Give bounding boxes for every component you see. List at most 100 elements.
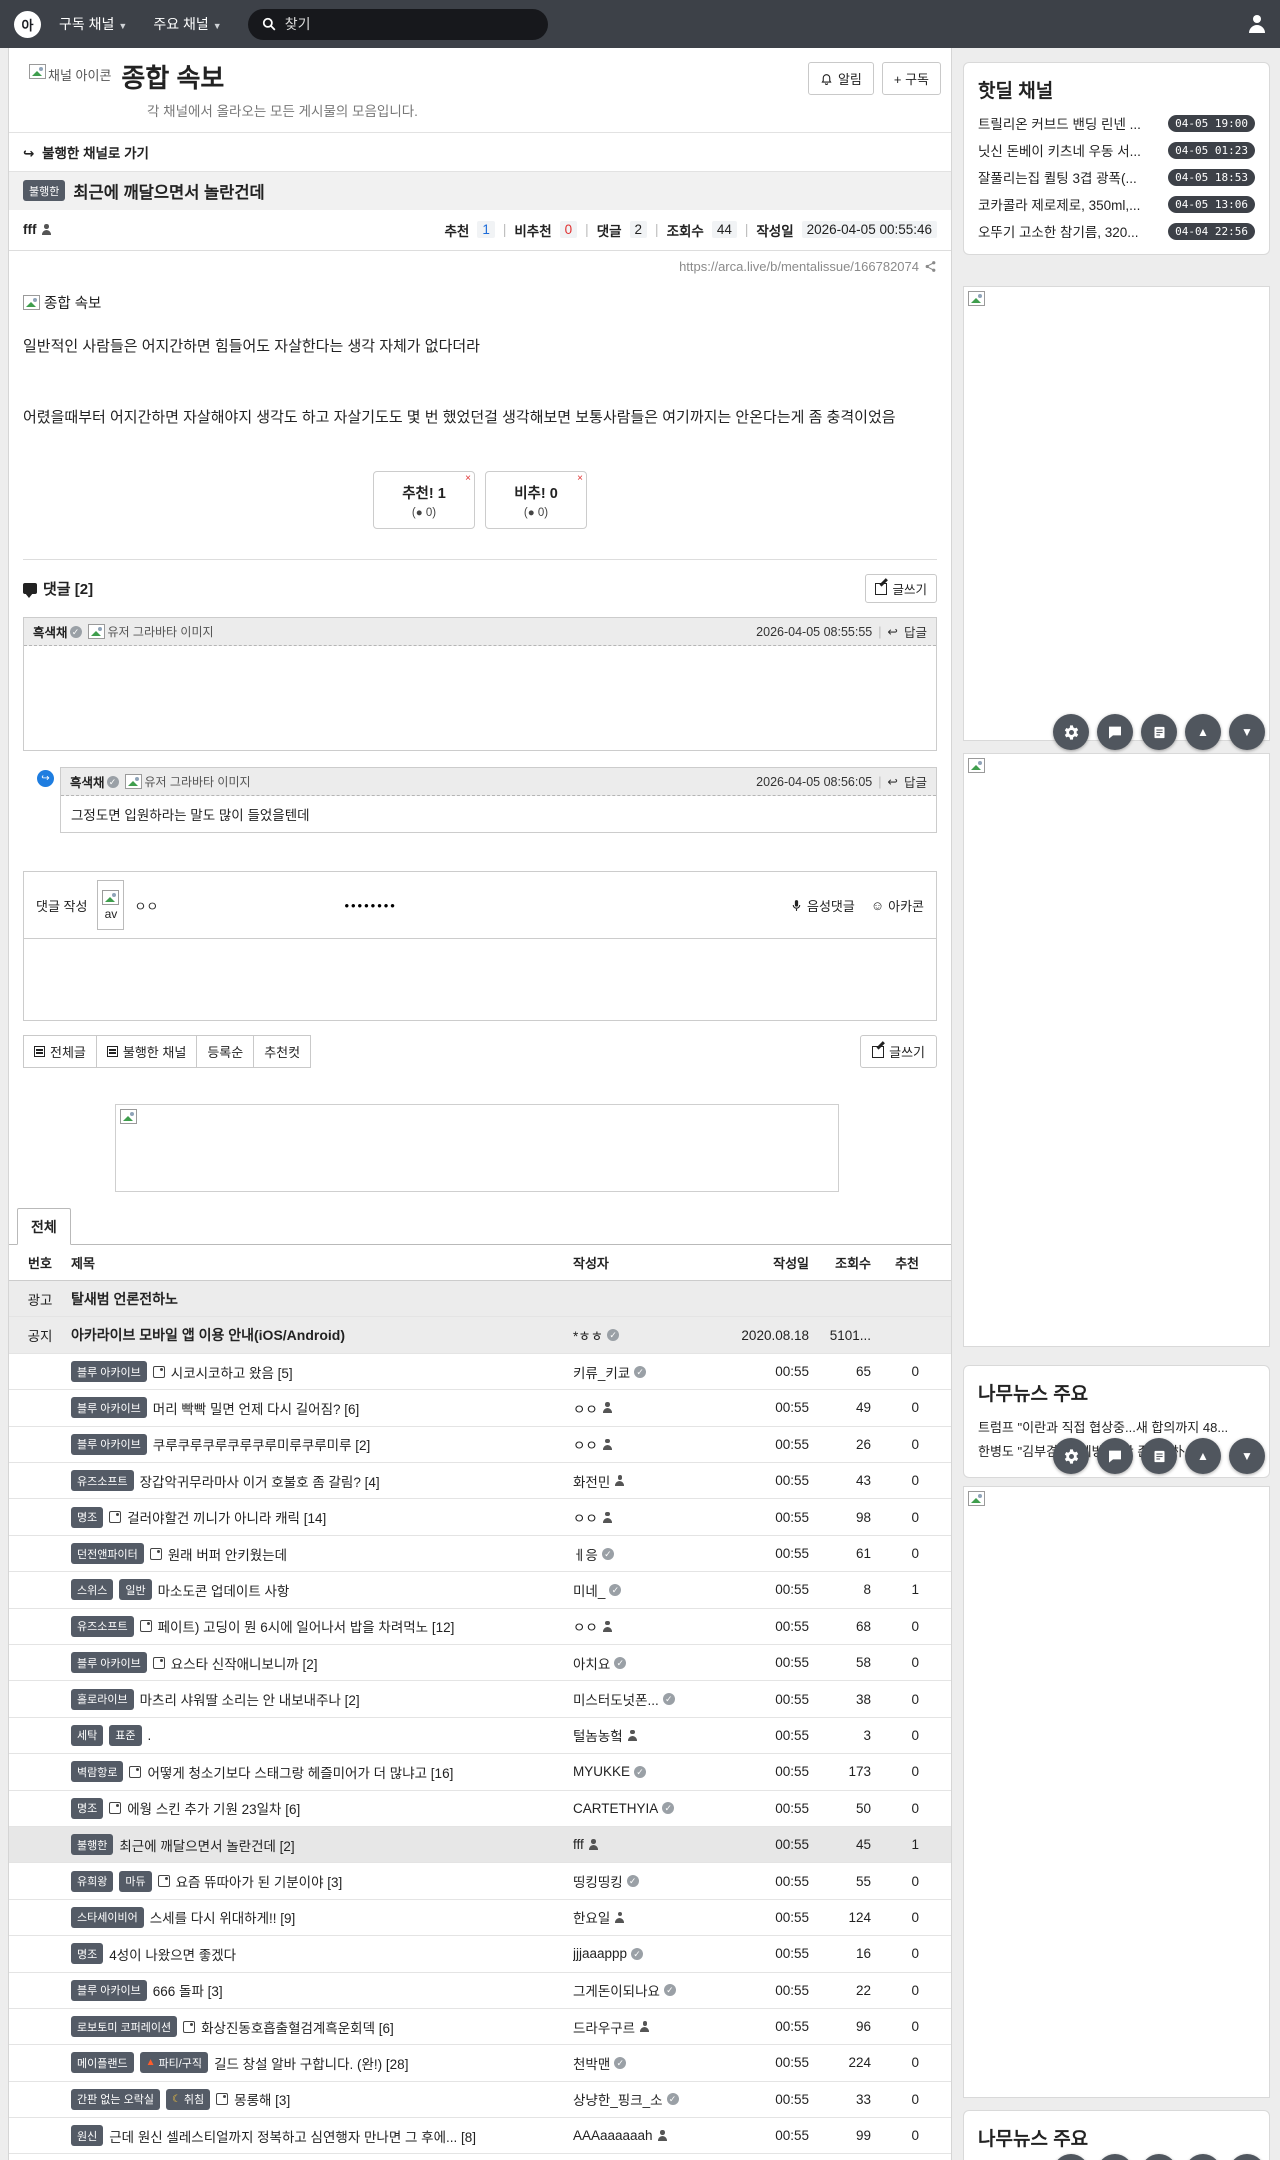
post-author[interactable]: 드라우구르: [573, 2017, 723, 2037]
table-row[interactable]: 스위스일반 마소도콘 업데이트 사항 미네_ 00:55 8 1: [9, 1572, 951, 1609]
table-row[interactable]: 유즈소프트 장갑악귀무라마사 이거 호불호 좀 갈림? [4] 화전민 00:55 43…: [9, 1463, 951, 1500]
chat-button[interactable]: [1097, 714, 1133, 750]
channel-badge[interactable]: 간판 없는 오락실: [71, 2088, 160, 2110]
close-icon[interactable]: ×: [465, 473, 471, 484]
channel-badge[interactable]: 스타세이비어: [71, 1906, 144, 1928]
memo-button[interactable]: [1141, 1438, 1177, 1474]
channel-badge[interactable]: 블루 아카이브: [71, 1652, 147, 1674]
scroll-up-button[interactable]: ▲: [1185, 1438, 1221, 1474]
menu-subscribed-channels[interactable]: 구독 채널 ▼: [59, 14, 127, 34]
ad-banner[interactable]: [963, 753, 1270, 1347]
channel-title[interactable]: 종합 속보: [121, 64, 224, 93]
post-author[interactable]: 천박맨: [573, 2053, 723, 2073]
post-author[interactable]: 상냥한_핑크_소: [573, 2089, 723, 2109]
table-row[interactable]: 스타세이비어 스세를 다시 위대하게!! [9] 한요일 00:55 124 0: [9, 1900, 951, 1937]
reply-button[interactable]: 답글: [904, 622, 927, 641]
channel-badge[interactable]: 유즈소프트: [71, 1615, 134, 1637]
channel-badge[interactable]: 유희왕: [71, 1870, 114, 1892]
table-row[interactable]: 불행한 최근에 깨달으면서 놀란건데 [2] fff 00:55 45 1: [9, 1826, 951, 1864]
post-author[interactable]: 그게돈이되나요: [573, 1980, 723, 2000]
channel-badge[interactable]: 블루 아카이브: [71, 1361, 147, 1383]
table-row[interactable]: 던전앤파이터 원래 버퍼 안키웠는데 ㅔ응 00:55 61 0: [9, 1536, 951, 1573]
table-row[interactable]: 메이플랜드▲파티/구직길드 창설 알바 구합니다. (완!) [28]천박맨00…: [9, 2045, 951, 2082]
table-row[interactable]: 명조 4성이 나왔으면 좋겠다 jjjaaappp 00:55 16 0: [9, 1936, 951, 1973]
channel-badge[interactable]: 던전앤파이터: [71, 1543, 144, 1565]
channel-badge[interactable]: 불행한: [23, 180, 66, 202]
scroll-up-button[interactable]: ▲: [1185, 2154, 1221, 2160]
close-icon[interactable]: ×: [577, 473, 583, 484]
scroll-down-button[interactable]: ▼: [1229, 2154, 1265, 2160]
news-item[interactable]: 트럼프 "이란과 직접 협상중...새 합의까지 48...: [978, 1416, 1255, 1440]
hotdeal-item[interactable]: 잘풀리는집 퀼팅 3겹 광폭(... 04-05 18:53: [978, 167, 1255, 187]
nickname-input[interactable]: [134, 897, 195, 913]
hotdeal-item[interactable]: 오뚜기 고소한 참기름, 320... 04-04 22:56: [978, 221, 1255, 241]
table-row-ad[interactable]: 광고 탈새범 언론전하노: [9, 1281, 951, 1318]
table-row[interactable]: 명조 걸러야할건 끼니가 아니라 캐릭 [14] ㅇㅇ 00:55 98 0: [9, 1499, 951, 1536]
table-row[interactable]: 간판 없는 오락실☾취침 몽롱해 [3] 상냥한_핑크_소 00:55 33 0: [9, 2082, 951, 2119]
post-author[interactable]: fff: [23, 222, 52, 237]
channel-badge[interactable]: 블루 아카이브: [71, 1397, 147, 1419]
post-author[interactable]: 털놈농헠: [573, 1725, 723, 1745]
reply-button[interactable]: 답글: [904, 772, 927, 791]
share-icon[interactable]: [924, 260, 937, 273]
channel-badge[interactable]: 표준: [109, 1724, 142, 1746]
arca-logo-icon[interactable]: 아: [14, 10, 41, 38]
menu-major-channels[interactable]: 주요 채널 ▼: [153, 14, 221, 34]
voice-comment-button[interactable]: 음성댓글: [790, 896, 855, 915]
scroll-up-button[interactable]: ▲: [1185, 714, 1221, 750]
arcacon-button[interactable]: ☺ 아카콘: [871, 896, 924, 915]
post-author[interactable]: 미스터도넛폰...: [573, 1689, 723, 1709]
comment-textarea[interactable]: [24, 938, 936, 1020]
post-author[interactable]: fff: [573, 1837, 723, 1852]
post-author[interactable]: 아치요: [573, 1653, 723, 1673]
channel-badge[interactable]: ☾ 취침: [165, 2088, 211, 2110]
post-author[interactable]: 키류_키쿄: [573, 1362, 723, 1382]
table-row[interactable]: 원신 근데 원신 셀레스티얼까지 정복하고 심연행자 만나면 그 후에... [8…: [9, 2118, 951, 2155]
comment-author[interactable]: 흑색채: [33, 622, 82, 641]
table-row[interactable]: 블루 아카이브 쿠루쿠루쿠루쿠루쿠루미루쿠루미루 [2] ㅇㅇ 00:55 26 0: [9, 1427, 951, 1464]
user-profile-icon[interactable]: [1248, 15, 1266, 33]
table-row[interactable]: 블루 아카이브 머리 빡빡 밀면 언제 다시 길어짐? [6] ㅇㅇ 00:55 49 0: [9, 1390, 951, 1427]
post-author[interactable]: ㅔ응: [573, 1544, 723, 1564]
channel-badge[interactable]: 일반: [119, 1579, 152, 1601]
channel-badge[interactable]: 명조: [71, 1943, 104, 1965]
channel-badge[interactable]: 원신: [71, 2125, 104, 2147]
settings-button[interactable]: [1053, 714, 1089, 750]
post-author[interactable]: ㅇㅇ: [573, 1434, 723, 1454]
post-author[interactable]: ㅇㅇ: [573, 1507, 723, 1527]
recommend-cut-button[interactable]: 추천컷: [253, 1035, 312, 1069]
upvote-button[interactable]: × 추천! 1 (● 0): [373, 471, 475, 530]
all-posts-button[interactable]: 전체글: [23, 1035, 97, 1069]
memo-button[interactable]: [1141, 714, 1177, 750]
post-author[interactable]: MYUKKE: [573, 1764, 723, 1779]
table-row[interactable]: 마법소녀들의 도시자유그래나만빼고모두가네르갈을꼬셨다는거지 [8]새싹00:5…: [9, 2154, 951, 2160]
channel-badge[interactable]: 블루 아카이브: [71, 1979, 147, 2001]
scroll-down-button[interactable]: ▼: [1229, 1438, 1265, 1474]
scroll-down-button[interactable]: ▼: [1229, 714, 1265, 750]
search-input[interactable]: [284, 16, 515, 32]
password-input[interactable]: [344, 897, 455, 913]
table-row[interactable]: 홀로라이브 마츠리 샤워딸 소리는 안 내보내주나 [2] 미스터도넛폰... 00:…: [9, 1681, 951, 1718]
channel-badge[interactable]: 세탁: [71, 1724, 104, 1746]
post-author[interactable]: ㅇㅇ: [573, 1398, 723, 1418]
alarm-button[interactable]: 알림: [807, 62, 874, 95]
table-row[interactable]: 블루 아카이브 시코시코하고 왔음 [5] 키류_키쿄 00:55 65 0: [9, 1354, 951, 1391]
table-row[interactable]: 유즈소프트 페이트) 고딩이 뭔 6시에 일어나서 밥을 차려먹노 [12] ㅇㅇ 0…: [9, 1609, 951, 1645]
downvote-button[interactable]: × 비추! 0 (● 0): [485, 471, 587, 530]
channel-badge[interactable]: 마듀: [119, 1870, 152, 1892]
table-row[interactable]: 벽람항로 어떻게 청소기보다 스태그랑 헤즐미어가 더 많냐고 [16] MYUKK…: [9, 1754, 951, 1791]
settings-button[interactable]: [1053, 2154, 1089, 2160]
post-author[interactable]: 한요일: [573, 1907, 723, 1927]
channel-badge[interactable]: 불행한: [71, 1834, 114, 1856]
board-write-button[interactable]: 글쓰기: [860, 1035, 937, 1069]
channel-badge[interactable]: 로보토미 코퍼레이션: [71, 2016, 178, 2038]
sort-order-button[interactable]: 등록순: [196, 1035, 255, 1069]
share-url[interactable]: https://arca.live/b/mentalissue/16678207…: [679, 259, 919, 274]
table-row[interactable]: 블루 아카이브 요스타 신작애니보니까 [2] 아치요 00:55 58 0: [9, 1645, 951, 1682]
goto-channel-link[interactable]: ↪ 불행한 채널로 가기: [9, 133, 951, 172]
channel-posts-button[interactable]: 불행한 채널: [95, 1035, 198, 1069]
table-row-notice[interactable]: 공지 아카라이브 모바일 앱 이용 안내(iOS/Android) *ㅎㅎ 20…: [9, 1317, 951, 1354]
channel-badge[interactable]: 스위스: [71, 1579, 114, 1601]
channel-badge[interactable]: 명조: [71, 1506, 104, 1528]
ad-banner[interactable]: [963, 1486, 1270, 2098]
